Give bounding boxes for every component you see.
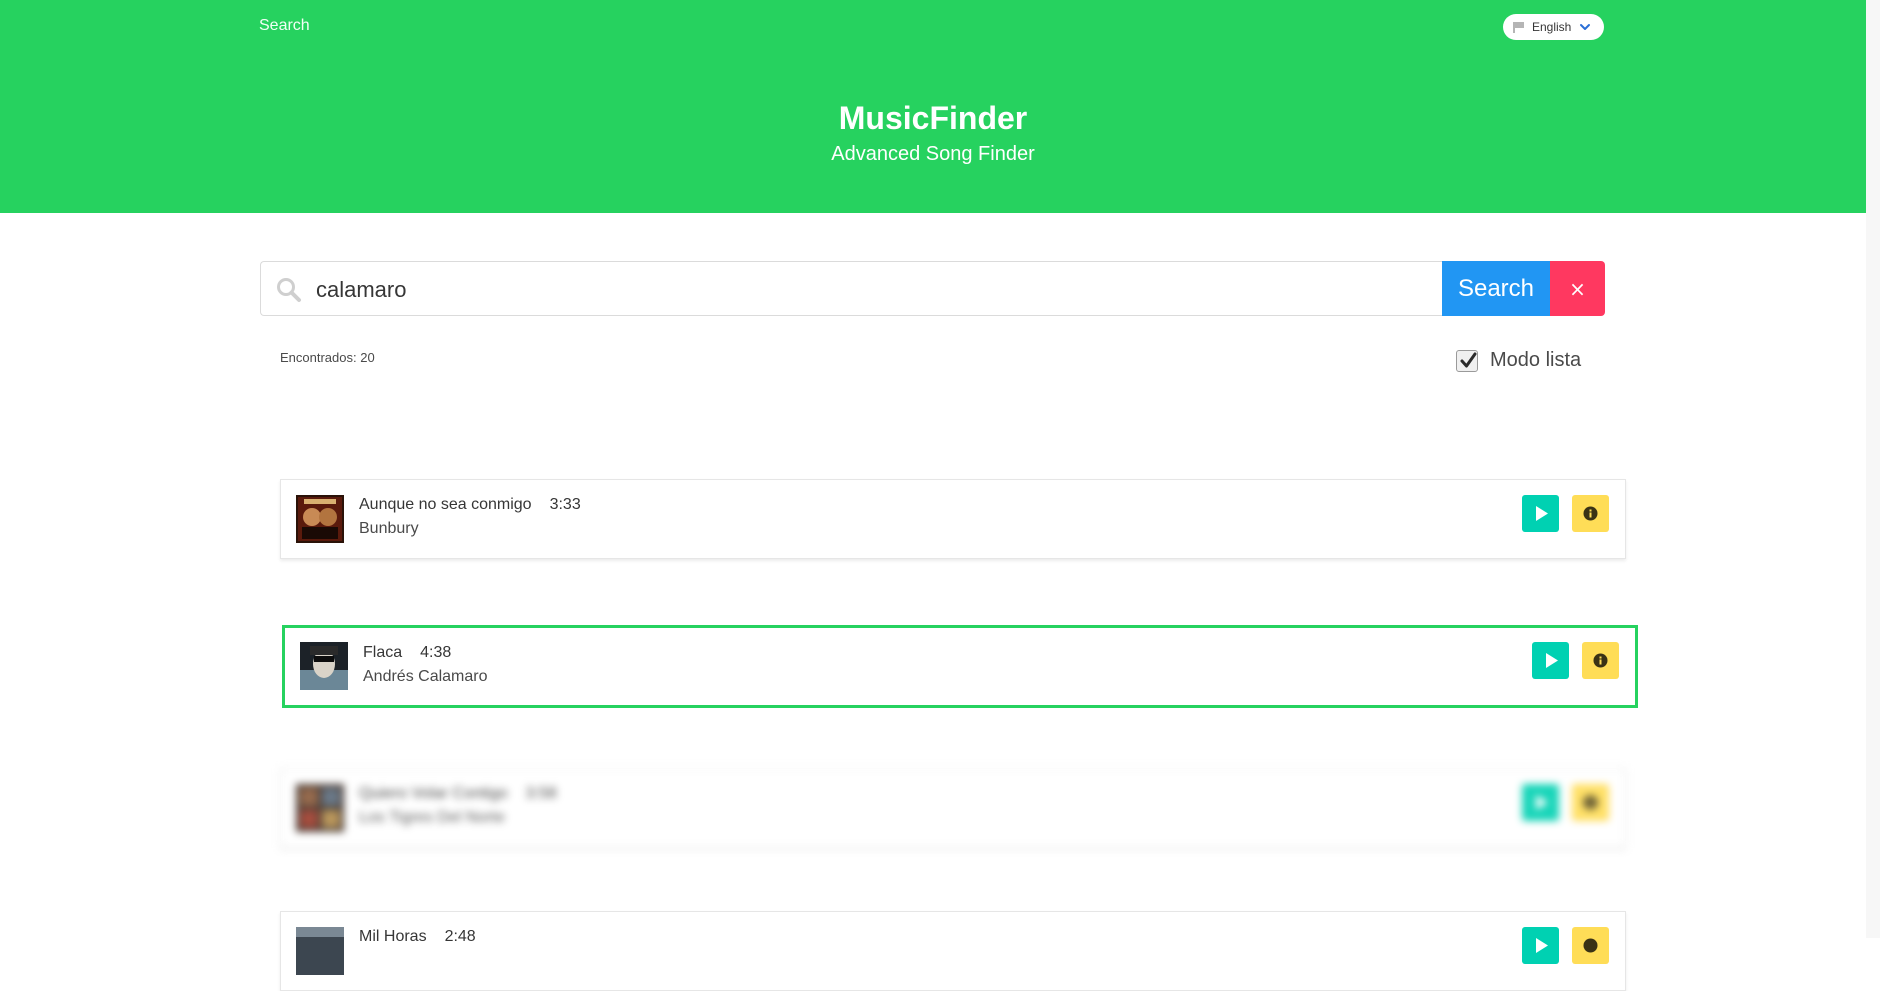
track-item[interactable]: Mil Horas 2:48: [280, 911, 1626, 991]
album-cover: [296, 495, 344, 543]
track-artist: Andrés Calamaro: [363, 668, 488, 685]
track-artist: Los Tigres Del Norte: [359, 809, 505, 826]
language-label: English: [1532, 20, 1572, 34]
scrollbar[interactable]: [1866, 0, 1880, 938]
search-bar: Search ×: [260, 261, 1605, 317]
search-icon: [277, 278, 301, 302]
play-button[interactable]: [1522, 784, 1559, 821]
play-icon: [1536, 938, 1548, 953]
info-icon: [1583, 506, 1598, 521]
search-button[interactable]: Search: [1442, 261, 1550, 316]
clear-button[interactable]: ×: [1550, 261, 1605, 316]
play-icon: [1546, 653, 1558, 668]
track-item[interactable]: Quiero Volar Contigo 3:58 Los Tigres Del …: [280, 768, 1626, 848]
track-title: Aunque no sea conmigo 3:33: [359, 496, 581, 513]
album-cover: [300, 642, 348, 690]
track-title: Flaca 4:38: [363, 644, 452, 661]
nav-search-link[interactable]: Search: [259, 17, 310, 35]
app-title: MusicFinder: [838, 100, 1028, 136]
info-icon: [1583, 795, 1598, 810]
language-select[interactable]: English: [1503, 14, 1604, 40]
app-subtitle: Advanced Song Finder: [831, 143, 1035, 165]
check-icon: [1460, 352, 1477, 367]
search-field[interactable]: [260, 261, 1442, 317]
info-icon: [1583, 938, 1598, 953]
list-mode-toggle[interactable]: Modo lista: [1456, 349, 1581, 372]
info-icon: [1593, 653, 1608, 668]
flag-icon: [1513, 21, 1524, 33]
track-duration: 3:58: [525, 785, 557, 802]
info-button[interactable]: [1572, 495, 1609, 532]
play-button[interactable]: [1522, 927, 1559, 964]
list-mode-checkbox[interactable]: [1456, 349, 1478, 372]
results-count: Encontrados: 20: [280, 350, 375, 365]
track-item-active[interactable]: Flaca 4:38 Andrés Calamaro: [282, 625, 1638, 708]
track-duration: 2:48: [444, 928, 476, 945]
play-button[interactable]: [1532, 642, 1569, 679]
track-artist: Bunbury: [359, 520, 419, 537]
play-button[interactable]: [1522, 495, 1559, 532]
album-cover: [296, 784, 344, 832]
list-mode-label: Modo lista: [1490, 349, 1582, 371]
track-item[interactable]: Aunque no sea conmigo 3:33 Bunbury: [280, 479, 1626, 559]
info-button[interactable]: [1572, 784, 1609, 821]
track-duration: 4:38: [420, 644, 452, 661]
album-cover: [296, 927, 344, 975]
search-input[interactable]: [314, 262, 1439, 317]
info-button[interactable]: [1582, 642, 1619, 679]
info-button[interactable]: [1572, 927, 1609, 964]
chevron-down-icon: [1580, 24, 1591, 30]
play-icon: [1536, 795, 1548, 810]
track-title: Quiero Volar Contigo 3:58: [359, 785, 557, 802]
track-duration: 3:33: [549, 496, 581, 513]
track-title: Mil Horas 2:48: [359, 928, 476, 945]
play-icon: [1536, 506, 1548, 521]
